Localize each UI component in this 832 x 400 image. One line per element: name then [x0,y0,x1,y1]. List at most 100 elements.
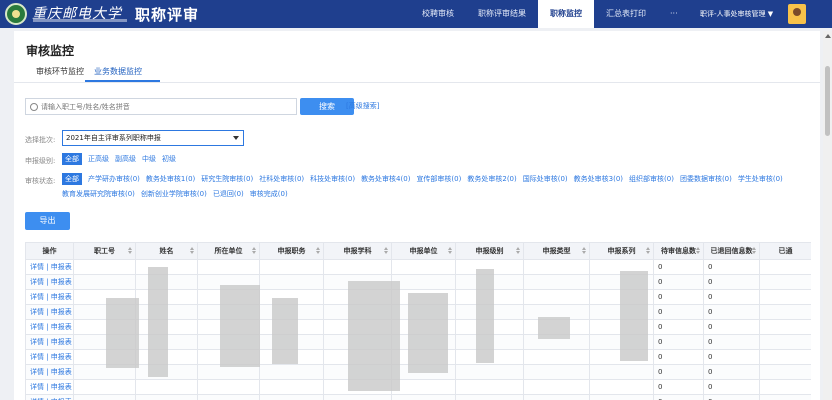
advanced-search-link[interactable]: [高级搜索] [346,101,379,111]
table-cell [197,379,260,395]
status-chip[interactable]: 科技处审核(0) [310,173,355,185]
table-cell [589,394,654,400]
page-scrollbar[interactable] [823,31,832,400]
status-chip[interactable]: 国际处审核(0) [523,173,568,185]
status-chip[interactable]: 产学研办审核(0) [88,173,140,185]
table-cell [259,259,324,275]
status-chip[interactable]: 教育发展研究院审核(0) [62,188,135,200]
status-chip[interactable]: 学生处审核(0) [738,173,783,185]
tab-business-data-monitor[interactable]: 业务数据监控 [94,66,142,77]
sort-icon[interactable] [384,247,388,255]
status-chip[interactable]: 社科处审核(0) [259,173,304,185]
status-chip[interactable]: 教务处审核3(0) [574,173,623,185]
table-row: 详情 | 申报表 00 [25,379,811,395]
sort-icon[interactable] [448,247,452,255]
status-chip[interactable]: 教务处审核2(0) [467,173,516,185]
table-row: 详情 | 申报表 00 [25,274,811,290]
row-actions[interactable]: 详情 | 申报表 [25,349,74,365]
university-logo-subtitle [33,19,127,22]
nav-item[interactable]: 校聘审核 [410,0,466,28]
column-header[interactable]: 待审信息数 [653,242,704,260]
sort-icon[interactable] [128,247,132,255]
column-header[interactable]: 所在单位 [197,242,260,260]
column-header[interactable]: 职工号 [73,242,136,260]
status-chip[interactable]: 创新创业学院审核(0) [141,188,207,200]
status-chip[interactable]: 教务处审核1(0) [146,173,195,185]
sort-icon[interactable] [582,247,586,255]
user-role-dropdown[interactable]: 职评-人事处审核管理 ▼ [700,0,773,28]
tab-audit-step-monitor[interactable]: 审核环节监控 [36,66,84,77]
returned-count: 0 [703,394,760,400]
level-chip[interactable]: 中级 [142,153,156,165]
status-chip[interactable]: 已退回(0) [213,188,244,200]
level-chip[interactable]: 副高级 [115,153,136,165]
nav-item[interactable]: 职称评审结果 [466,0,538,28]
returned-count: 0 [703,349,760,365]
row-actions[interactable]: 详情 | 申报表 [25,379,74,395]
level-chip[interactable]: 初级 [162,153,176,165]
sort-icon[interactable] [752,247,756,255]
sort-icon[interactable] [696,247,700,255]
nav-item[interactable]: 职称监控 [538,0,594,28]
column-header[interactable]: 申报学科 [323,242,392,260]
column-header[interactable]: 已通 [759,242,811,260]
level-label: 申报级别: [25,157,56,165]
scroll-up-icon[interactable] [825,34,831,38]
table-cell [455,379,524,395]
status-chip[interactable]: 研究生院审核(0) [201,173,253,185]
column-header[interactable]: 申报级别 [455,242,524,260]
pending-count: 0 [653,319,704,335]
status-chip[interactable]: 教务处审核4(0) [361,173,410,185]
sort-icon[interactable] [252,247,256,255]
status-chip[interactable]: 全部 [62,173,82,185]
column-header[interactable]: 申报类型 [523,242,590,260]
pending-count: 0 [653,289,704,305]
column-header[interactable]: 申报单位 [391,242,456,260]
batch-select[interactable]: 2021年自主评审系列职称申报 [62,130,244,146]
app-title: 职称评审 [135,6,200,24]
status-chip[interactable]: 审核完成(0) [250,188,288,200]
privacy-blur [620,271,648,361]
row-actions[interactable]: 详情 | 申报表 [25,364,74,380]
avatar[interactable] [788,4,806,24]
row-actions[interactable]: 详情 | 申报表 [25,274,74,290]
row-actions[interactable]: 详情 | 申报表 [25,259,74,275]
row-actions[interactable]: 详情 | 申报表 [25,319,74,335]
row-actions[interactable]: 详情 | 申报表 [25,334,74,350]
sort-icon[interactable] [316,247,320,255]
table-cell [135,394,198,400]
table-cell [759,334,811,350]
column-header-label: 申报级别 [475,247,504,255]
level-chip[interactable]: 正高级 [88,153,109,165]
column-header-label: 待审信息数 [661,247,696,255]
row-actions[interactable]: 详情 | 申报表 [25,289,74,305]
privacy-blur [348,281,400,391]
table-cell [391,394,456,400]
status-chip[interactable]: 宣传部审核(0) [416,173,461,185]
table-cell [759,319,811,335]
column-header-label: 职工号 [94,247,115,255]
search-input[interactable] [41,102,281,111]
status-chip[interactable]: 团委数据审核(0) [680,173,732,185]
status-chip[interactable]: 组织部审核(0) [629,173,674,185]
sort-icon[interactable] [190,247,194,255]
level-chip[interactable]: 全部 [62,153,82,165]
returned-count: 0 [703,379,760,395]
export-button[interactable]: 导出 [25,212,70,230]
scrollbar-thumb[interactable] [825,66,830,136]
nav-item[interactable]: ··· [658,0,690,28]
column-header[interactable]: 申报系列 [589,242,654,260]
row-actions[interactable]: 详情 | 申报表 [25,304,74,320]
column-header[interactable]: 已退回信息数 [703,242,760,260]
table-cell [523,349,590,365]
nav-item[interactable]: 汇总表打印 [594,0,658,28]
column-header[interactable]: 申报职务 [259,242,324,260]
level-filter: 全部 正高级 副高级 中级 初级 [62,153,362,165]
table-cell [759,349,811,365]
sort-icon[interactable] [516,247,520,255]
sort-icon[interactable] [646,247,650,255]
privacy-blur [106,298,139,368]
row-actions[interactable]: 详情 | 申报表 [25,394,74,400]
column-header[interactable]: 姓名 [135,242,198,260]
pending-count: 0 [653,394,704,400]
